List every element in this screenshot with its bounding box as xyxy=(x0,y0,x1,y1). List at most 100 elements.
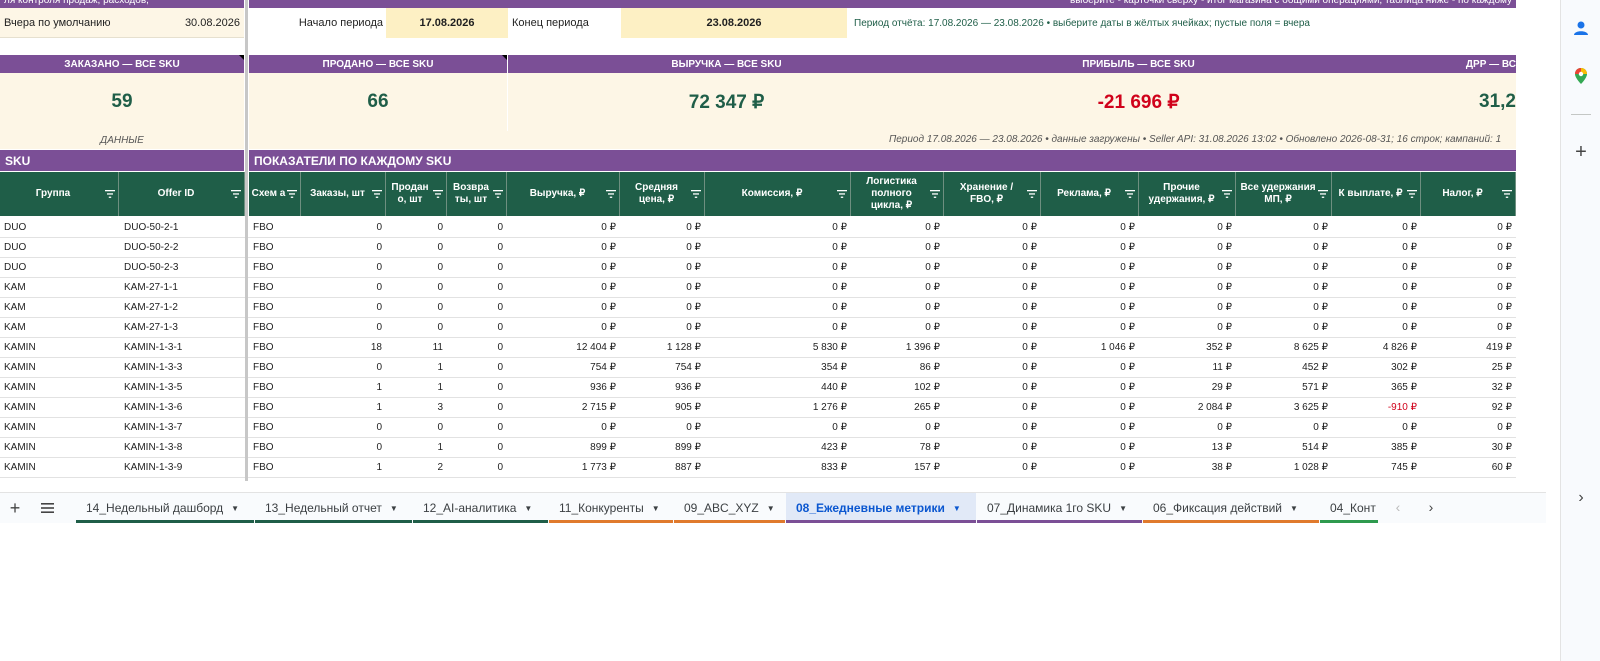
default-date-cell[interactable]: Вчера по умолчанию 30.08.2026 xyxy=(0,8,244,38)
table-cell[interactable]: 0 ₽ xyxy=(1333,278,1421,298)
table-cell[interactable]: 0 xyxy=(448,398,507,418)
table-cell[interactable]: DUO xyxy=(0,218,119,238)
table-cell[interactable]: 1 276 ₽ xyxy=(706,398,851,418)
table-cell[interactable]: 936 ₽ xyxy=(508,378,620,398)
table-cell[interactable]: 0 xyxy=(386,238,447,258)
table-cell[interactable]: 0 ₽ xyxy=(508,258,620,278)
table-cell[interactable]: 0 ₽ xyxy=(621,418,705,438)
table-cell[interactable]: 0 ₽ xyxy=(945,278,1041,298)
table-cell[interactable]: 0 ₽ xyxy=(1422,238,1516,258)
sheet-tab[interactable]: 06_Фиксация действий ▼ xyxy=(1143,493,1319,523)
column-header[interactable]: Продан о, шт xyxy=(386,172,447,216)
table-cell[interactable]: DUO xyxy=(0,258,119,278)
column-header[interactable]: Заказы, шт xyxy=(302,172,386,216)
table-cell[interactable]: 0 xyxy=(448,278,507,298)
table-cell[interactable]: 11 ₽ xyxy=(1140,358,1236,378)
table-cell[interactable]: 8 625 ₽ xyxy=(1237,338,1332,358)
table-cell[interactable]: 0 ₽ xyxy=(1042,238,1139,258)
table-cell[interactable]: FBO xyxy=(249,338,301,358)
table-cell[interactable]: KAM-27-1-3 xyxy=(120,318,245,338)
table-cell[interactable]: 0 ₽ xyxy=(508,278,620,298)
frozen-column-divider[interactable] xyxy=(245,0,248,481)
column-header[interactable]: Все удержания МП, ₽ xyxy=(1237,172,1332,216)
table-cell[interactable]: 1 xyxy=(386,438,447,458)
table-cell[interactable]: 0 ₽ xyxy=(852,238,944,258)
table-cell[interactable]: KAMIN xyxy=(0,378,119,398)
sheet-tab[interactable]: 13_Недельный отчет ▼ xyxy=(255,493,412,523)
table-cell[interactable]: 30 ₽ xyxy=(1422,438,1516,458)
table-cell[interactable]: 0 ₽ xyxy=(1422,418,1516,438)
tab-menu-caret-icon[interactable]: ▼ xyxy=(953,504,961,513)
table-cell[interactable]: 1 396 ₽ xyxy=(852,338,944,358)
sheet-tab[interactable]: 07_Динамика 1го SKU ▼ xyxy=(977,493,1142,523)
table-cell[interactable]: KAMIN-1-3-8 xyxy=(120,438,245,458)
table-cell[interactable]: 440 ₽ xyxy=(706,378,851,398)
table-cell[interactable]: 0 ₽ xyxy=(945,458,1041,478)
tab-menu-caret-icon[interactable]: ▼ xyxy=(652,504,660,513)
table-cell[interactable]: 0 ₽ xyxy=(945,358,1041,378)
table-cell[interactable]: 3 625 ₽ xyxy=(1237,398,1332,418)
table-cell[interactable]: 38 ₽ xyxy=(1140,458,1236,478)
table-cell[interactable]: 0 ₽ xyxy=(1042,298,1139,318)
sheet-tab[interactable]: 14_Недельный дашборд ▼ xyxy=(76,493,254,523)
table-cell[interactable]: 102 ₽ xyxy=(852,378,944,398)
table-cell[interactable]: 365 ₽ xyxy=(1333,378,1421,398)
table-cell[interactable]: 1 xyxy=(302,458,386,478)
column-header[interactable]: Схем а xyxy=(249,172,301,216)
table-cell[interactable]: 0 ₽ xyxy=(1237,278,1332,298)
table-cell[interactable]: 0 ₽ xyxy=(945,258,1041,278)
table-cell[interactable]: 0 ₽ xyxy=(945,418,1041,438)
table-cell[interactable]: 0 ₽ xyxy=(508,218,620,238)
sheet-tab[interactable]: 08_Ежедневные метрики ▼ xyxy=(786,493,976,523)
table-cell[interactable]: 3 xyxy=(386,398,447,418)
table-cell[interactable]: DUO-50-2-1 xyxy=(120,218,245,238)
table-cell[interactable]: 0 xyxy=(386,298,447,318)
table-cell[interactable]: 2 715 ₽ xyxy=(508,398,620,418)
table-cell[interactable]: 423 ₽ xyxy=(706,438,851,458)
table-cell[interactable]: FBO xyxy=(249,378,301,398)
table-cell[interactable]: 0 ₽ xyxy=(945,398,1041,418)
table-cell[interactable]: 0 xyxy=(448,378,507,398)
period-end-input[interactable]: 23.08.2026 xyxy=(621,8,847,38)
table-cell[interactable]: KAMIN xyxy=(0,438,119,458)
table-cell[interactable]: 0 ₽ xyxy=(1333,418,1421,438)
add-sheet-icon[interactable]: + xyxy=(6,498,24,518)
table-cell[interactable]: 0 ₽ xyxy=(852,258,944,278)
table-cell[interactable]: 0 xyxy=(302,278,386,298)
sheet-tab[interactable]: 04_Конт xyxy=(1320,493,1378,523)
table-cell[interactable]: 0 ₽ xyxy=(1042,378,1139,398)
column-header[interactable]: Группа xyxy=(0,172,119,216)
filter-icon[interactable] xyxy=(1407,189,1417,199)
table-cell[interactable]: FBO xyxy=(249,438,301,458)
table-cell[interactable]: 78 ₽ xyxy=(852,438,944,458)
table-cell[interactable]: 0 ₽ xyxy=(1422,258,1516,278)
table-cell[interactable]: 157 ₽ xyxy=(852,458,944,478)
table-cell[interactable]: 11 xyxy=(386,338,447,358)
table-cell[interactable]: 25 ₽ xyxy=(1422,358,1516,378)
table-cell[interactable]: 0 ₽ xyxy=(1237,218,1332,238)
table-cell[interactable]: 0 xyxy=(302,238,386,258)
table-cell[interactable]: 0 ₽ xyxy=(1042,438,1139,458)
table-cell[interactable]: 0 ₽ xyxy=(621,278,705,298)
expand-panel-icon[interactable]: › xyxy=(1569,486,1593,510)
table-cell[interactable]: FBO xyxy=(249,298,301,318)
table-cell[interactable]: 0 ₽ xyxy=(945,438,1041,458)
scroll-tabs-right-icon[interactable]: › xyxy=(1421,499,1441,517)
table-cell[interactable]: 1 028 ₽ xyxy=(1237,458,1332,478)
table-cell[interactable]: 0 ₽ xyxy=(1333,318,1421,338)
maps-icon[interactable] xyxy=(1569,64,1593,88)
table-cell[interactable]: 12 404 ₽ xyxy=(508,338,620,358)
column-header[interactable]: Комиссия, ₽ xyxy=(706,172,851,216)
table-cell[interactable]: 452 ₽ xyxy=(1237,358,1332,378)
table-cell[interactable]: 0 xyxy=(302,438,386,458)
filter-icon[interactable] xyxy=(105,189,115,199)
table-cell[interactable]: 0 ₽ xyxy=(1237,258,1332,278)
table-cell[interactable]: 936 ₽ xyxy=(621,378,705,398)
table-cell[interactable]: 1 xyxy=(386,378,447,398)
filter-icon[interactable] xyxy=(1125,189,1135,199)
filter-icon[interactable] xyxy=(1502,189,1512,199)
table-cell[interactable]: 0 xyxy=(386,278,447,298)
table-cell[interactable]: KAMIN xyxy=(0,418,119,438)
table-cell[interactable]: KAMIN-1-3-5 xyxy=(120,378,245,398)
table-cell[interactable]: KAM xyxy=(0,318,119,338)
